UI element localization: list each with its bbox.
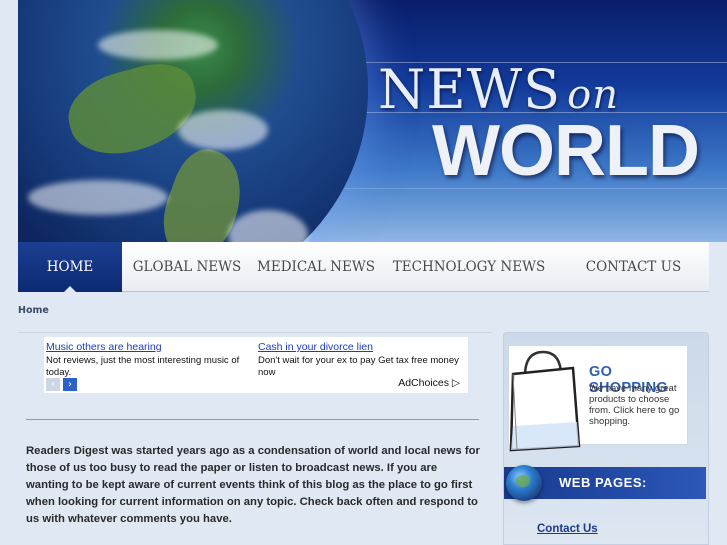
globe-cloud (28, 180, 168, 215)
ad-item: Cash in your divorce lien Don't wait for… (258, 341, 463, 379)
adchoices-icon: ▷ (451, 377, 460, 389)
webpages-label: WEB PAGES: (559, 475, 647, 490)
globe-cloud (178, 110, 268, 150)
shopping-promo[interactable]: GO SHOPPING We have many great products … (508, 345, 688, 452)
ad-unit: Music others are hearing Not reviews, ju… (44, 337, 468, 393)
nav-contact-us[interactable]: CONTACT US (558, 242, 709, 292)
main-content: Music others are hearing Not reviews, ju… (18, 332, 492, 545)
nav-medical-news[interactable]: MEDICAL NEWS (252, 242, 380, 292)
globe-icon (506, 465, 542, 501)
header-banner: NEWS on WORLD (18, 0, 727, 242)
adchoices-label: AdChoices (398, 377, 449, 389)
webpages-header: WEB PAGES: (504, 465, 706, 501)
adchoices-link[interactable]: AdChoices ▷ (398, 377, 460, 389)
ad-desc-divorce: Don't wait for your ex to pay Get tax fr… (258, 355, 459, 378)
sidebar-link-contact-us[interactable]: Contact Us (537, 523, 598, 535)
nav-spacer (709, 242, 727, 292)
ad-item: Music others are hearing Not reviews, ju… (46, 341, 251, 379)
shopping-bag-icon (509, 350, 581, 452)
chevron-right-icon[interactable]: › (63, 378, 77, 391)
sidebar: GO SHOPPING We have many great products … (503, 332, 709, 545)
chevron-left-icon[interactable]: ‹ (46, 378, 60, 391)
ad-desc-music: Not reviews, just the most interesting m… (46, 355, 240, 378)
ad-nav: ‹ › (46, 378, 77, 391)
globe-image (18, 0, 368, 242)
shop-desc: We have many great products to choose fr… (589, 383, 680, 427)
globe-cloud (98, 30, 218, 60)
breadcrumb[interactable]: Home (18, 305, 49, 316)
nav-technology-news[interactable]: TECHNOLOGY NEWS (380, 242, 558, 292)
ad-link-divorce[interactable]: Cash in your divorce lien (258, 341, 463, 353)
logo-world: WORLD (432, 111, 700, 191)
nav-global-news[interactable]: GLOBAL NEWS (122, 242, 252, 292)
main-nav: HOME GLOBAL NEWS MEDICAL NEWS TECHNOLOGY… (18, 242, 709, 292)
globe-land (59, 54, 207, 166)
ad-link-music[interactable]: Music others are hearing (46, 341, 251, 353)
globe-cloud (228, 210, 308, 242)
article-body: Readers Digest was started years ago as … (26, 445, 480, 525)
divider (26, 419, 479, 420)
nav-home[interactable]: HOME (18, 242, 122, 292)
